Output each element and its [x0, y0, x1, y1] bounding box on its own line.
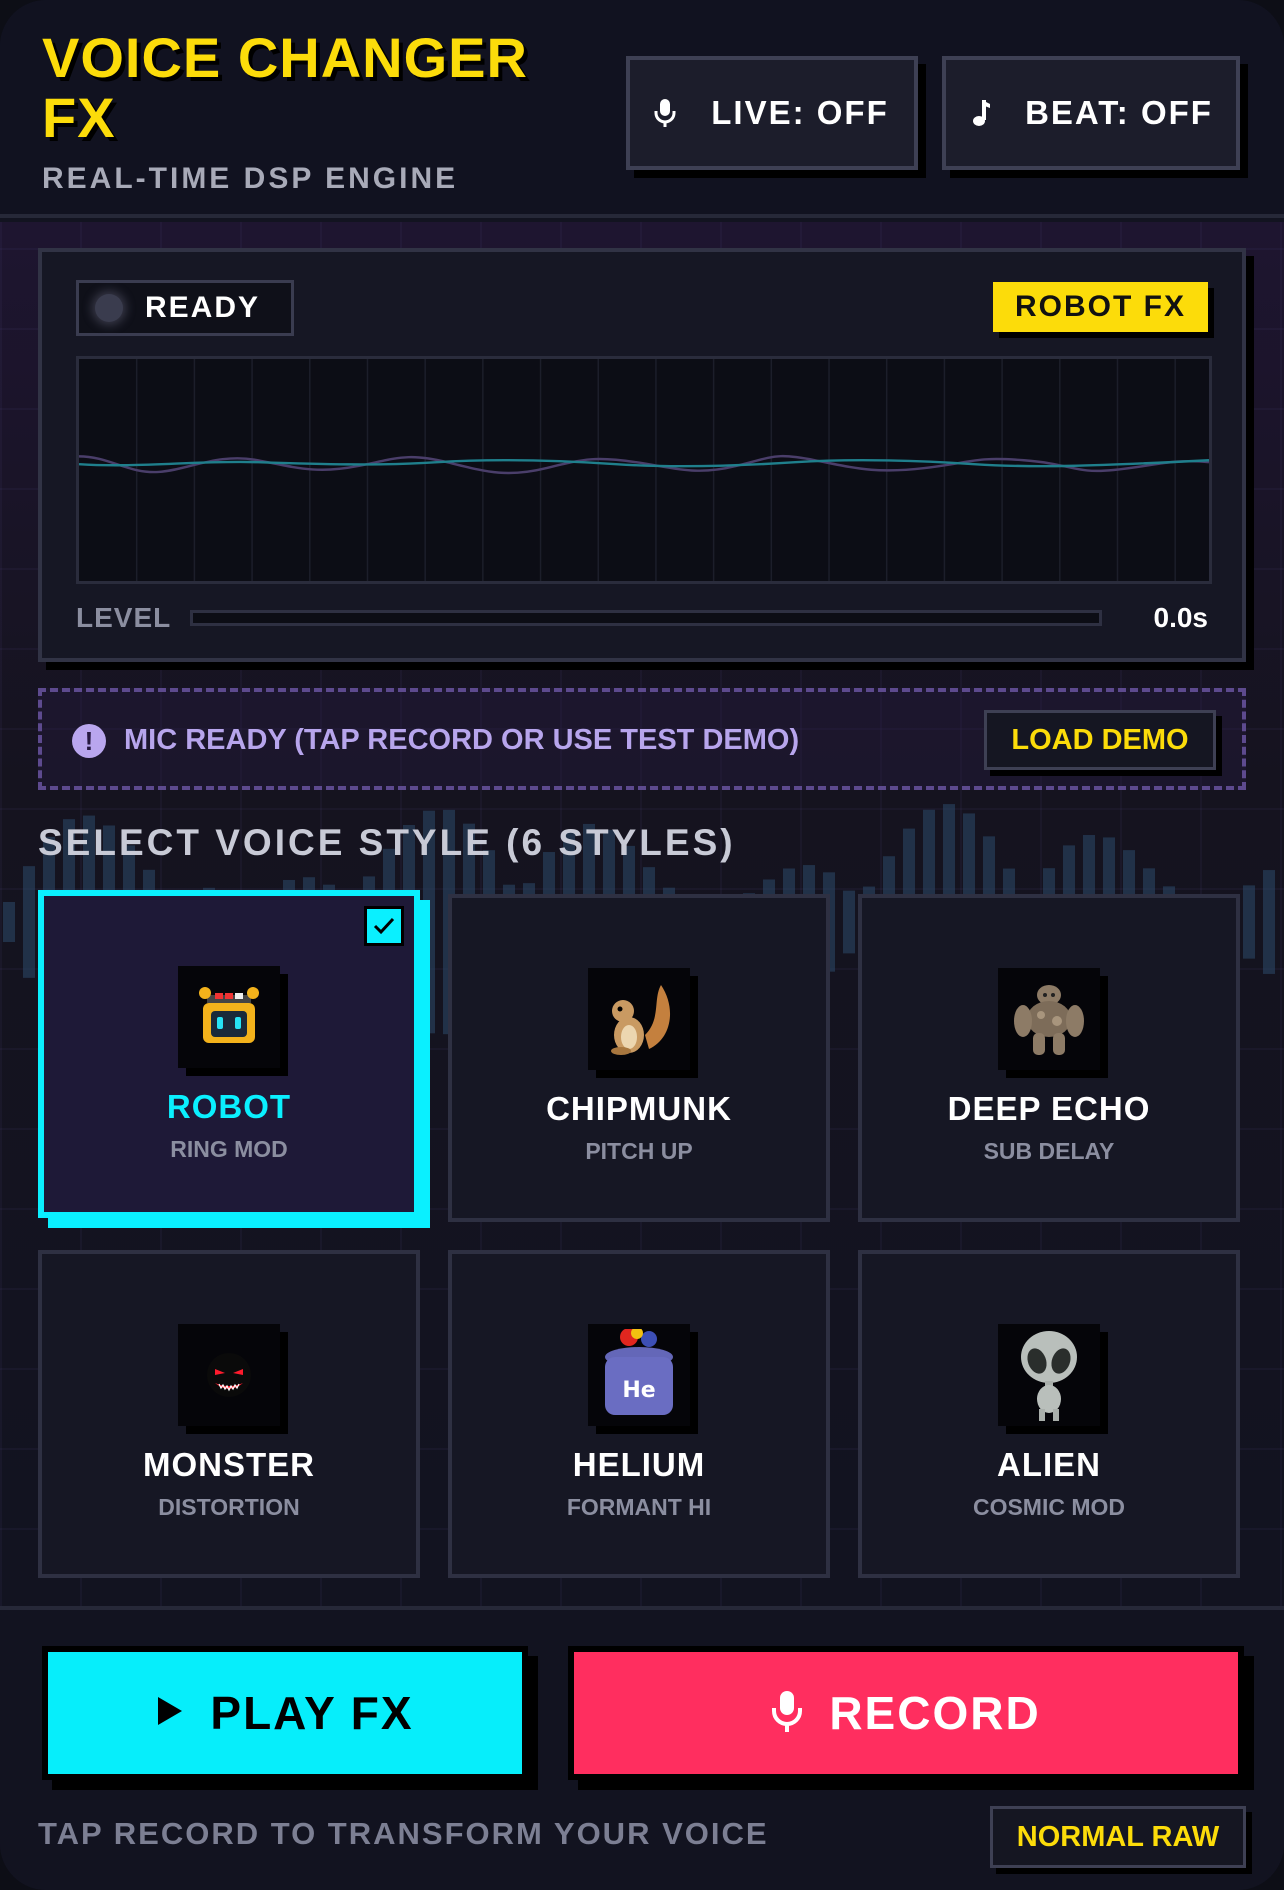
record-button[interactable]: RECORD: [568, 1646, 1244, 1780]
record-label: RECORD: [829, 1687, 1041, 1739]
style-name: DEEP ECHO: [947, 1090, 1151, 1127]
style-description: DISTORTION: [158, 1494, 300, 1520]
recording-timer: 0.0s: [1153, 602, 1209, 633]
style-description: RING MOD: [170, 1136, 288, 1162]
style-description: FORMANT HI: [566, 1494, 712, 1520]
alien-icon: [998, 1324, 1100, 1426]
style-description: SUB DELAY: [983, 1138, 1115, 1164]
status-text: READY: [145, 291, 261, 324]
app-subtitle: REAL-TIME DSP ENGINE: [42, 162, 459, 195]
background-spectrum-bar: [843, 890, 855, 954]
play-icon: [156, 1695, 184, 1732]
mic-icon: [630, 98, 700, 128]
beat-toggle-label: BEAT: OFF: [1025, 94, 1213, 131]
style-card-chipmunk[interactable]: CHIPMUNK PITCH UP: [448, 894, 830, 1222]
hint-text: TAP RECORD TO TRANSFORM YOUR VOICE: [38, 1816, 769, 1851]
helium-tank-icon: He: [588, 1324, 690, 1426]
style-name: CHIPMUNK: [546, 1090, 732, 1127]
style-name: MONSTER: [143, 1446, 315, 1483]
style-description: PITCH UP: [585, 1138, 693, 1164]
live-toggle-button[interactable]: LIVE: OFF: [626, 56, 918, 170]
music-note-icon: [946, 98, 1016, 128]
mic-status-notice: ! MIC READY (TAP RECORD OR USE TEST DEMO…: [38, 688, 1246, 790]
chipmunk-icon: [588, 968, 690, 1070]
style-name: HELIUM: [572, 1446, 706, 1483]
background-spectrum-bar: [1243, 885, 1255, 959]
style-description: COSMIC MOD: [972, 1494, 1126, 1520]
style-card-robot[interactable]: ROBOT RING MOD: [38, 890, 420, 1218]
mic-icon: [771, 1689, 803, 1738]
style-card-monster[interactable]: MONSTER DISTORTION: [38, 1250, 420, 1578]
monster-face-icon: [178, 1324, 280, 1426]
style-name: ALIEN: [997, 1446, 1101, 1483]
alert-icon: !: [72, 724, 106, 758]
background-spectrum-bar: [23, 866, 35, 978]
play-fx-button[interactable]: PLAY FX: [42, 1646, 528, 1780]
style-card-alien[interactable]: ALIEN COSMIC MOD: [858, 1250, 1240, 1578]
app-title: VOICE CHANGER FX: [42, 26, 528, 149]
status-led: [95, 294, 123, 322]
load-demo-button[interactable]: LOAD DEMO: [984, 710, 1216, 770]
waveform-display: [76, 356, 1212, 584]
svg-text:He: He: [622, 1378, 655, 1403]
status-indicator: READY: [76, 280, 294, 336]
control-bar: PLAY FX RECORD TAP RECORD TO TRANSFORM Y…: [0, 1606, 1284, 1890]
background-spectrum-bar: [1263, 870, 1275, 974]
oscilloscope-panel: READY ROBOT FX LEVEL 0.0s: [38, 248, 1246, 662]
beat-toggle-button[interactable]: BEAT: OFF: [942, 56, 1240, 170]
normal-raw-button[interactable]: NORMAL RAW: [990, 1806, 1246, 1868]
play-fx-label: PLAY FX: [210, 1687, 414, 1739]
robot-icon: [178, 966, 280, 1068]
style-card-helium[interactable]: He HELIUM FORMANT HI: [448, 1250, 830, 1578]
checkmark-icon: [364, 906, 404, 946]
section-title: SELECT VOICE STYLE (6 STYLES): [38, 822, 736, 863]
style-name: ROBOT: [166, 1088, 292, 1125]
background-spectrum-bar: [3, 902, 15, 942]
level-label: LEVEL: [76, 602, 172, 633]
level-meter: [190, 610, 1102, 626]
active-fx-badge: ROBOT FX: [993, 282, 1208, 332]
notice-text: MIC READY (TAP RECORD OR USE TEST DEMO): [124, 724, 800, 756]
voice-changer-app: VOICE CHANGER FX REAL-TIME DSP ENGINE LI…: [0, 0, 1284, 1890]
scope-grid: [135, 359, 1176, 581]
rock-golem-icon: [998, 968, 1100, 1070]
style-card-deep-echo[interactable]: DEEP ECHO SUB DELAY: [858, 894, 1240, 1222]
live-toggle-label: LIVE: OFF: [711, 94, 889, 131]
app-header: VOICE CHANGER FX REAL-TIME DSP ENGINE LI…: [0, 0, 1284, 218]
